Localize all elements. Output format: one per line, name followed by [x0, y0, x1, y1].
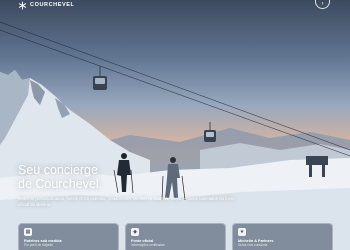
feature-card-itineraries[interactable]: ▦ Roteiros sob medida Por perfil de viaj… — [18, 223, 119, 250]
brand-name: COURCHEVEL — [30, 2, 75, 8]
star-icon: ★ — [238, 228, 246, 236]
shield-icon: ◆ — [131, 228, 139, 236]
hero-headline: Seu concierge de Courchevel. — [18, 163, 218, 191]
feature-card-official-source[interactable]: ◆ Fonte oficial Informações verificadas — [125, 223, 226, 250]
hero-section: COURCHEVEL › Seu concierge de Courchevel… — [0, 0, 350, 250]
calendar-icon: ▦ — [24, 228, 32, 236]
card-subtitle: Por perfil de viajante — [24, 243, 54, 248]
ski-resort-background — [0, 21, 350, 250]
gondola-cabin-right — [204, 122, 216, 142]
snowflake-icon — [18, 0, 27, 10]
menu-button[interactable]: › — [315, 0, 330, 9]
card-subtitle: Guias com curadoria — [238, 243, 268, 248]
hero-subtitle: Roteiros personalizados, hotéis cinco es… — [18, 196, 235, 207]
card-subtitle: Informações verificadas — [131, 243, 165, 248]
headline-line-2: de Courchevel. — [18, 176, 103, 191]
gondola-cabin-left — [93, 66, 107, 90]
feature-card-michelin[interactable]: ★ Michelin & Partners Guias com curadori… — [232, 223, 333, 250]
headline-line-1: Seu concierge — [18, 163, 98, 177]
top-navigation: COURCHEVEL › — [0, 0, 350, 18]
feature-cards: ▦ Roteiros sob medida Por perfil de viaj… — [18, 223, 333, 250]
brand[interactable]: COURCHEVEL — [18, 0, 75, 10]
chevron-right-icon: › — [321, 1, 324, 7]
